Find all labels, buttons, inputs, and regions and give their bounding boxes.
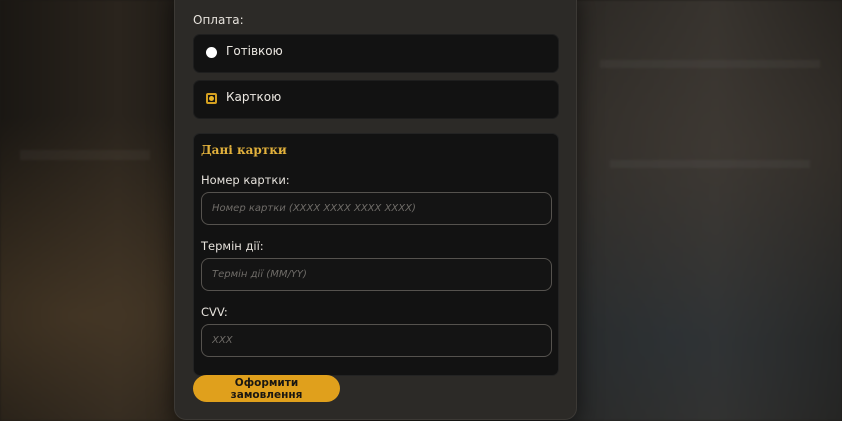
payment-option-card[interactable]: Карткою [193, 80, 559, 119]
card-details-panel: Дані картки Номер картки: Термін дії: CV… [193, 133, 559, 376]
expiry-input[interactable] [201, 258, 552, 291]
background-shelf [600, 60, 820, 68]
background-shelf [610, 160, 810, 168]
card-number-input[interactable] [201, 192, 552, 225]
cvv-label: CVV: [201, 305, 228, 319]
card-details-title: Дані картки [201, 143, 287, 157]
payment-option-cash[interactable]: Готівкою [193, 34, 559, 73]
background-shelf [20, 150, 150, 160]
payment-label: Оплата: [193, 13, 244, 27]
checkout-card: Оплата: Готівкою Карткою Дані картки Ном… [174, 0, 577, 420]
payment-option-cash-label: Готівкою [226, 44, 283, 58]
radio-selected-icon[interactable] [206, 93, 217, 104]
card-number-label: Номер картки: [201, 173, 290, 187]
radio-unselected-icon[interactable] [206, 47, 217, 58]
payment-option-card-label: Карткою [226, 90, 282, 104]
place-order-button[interactable]: Оформити замовлення [193, 375, 340, 402]
cvv-input[interactable] [201, 324, 552, 357]
expiry-label: Термін дії: [201, 239, 264, 253]
